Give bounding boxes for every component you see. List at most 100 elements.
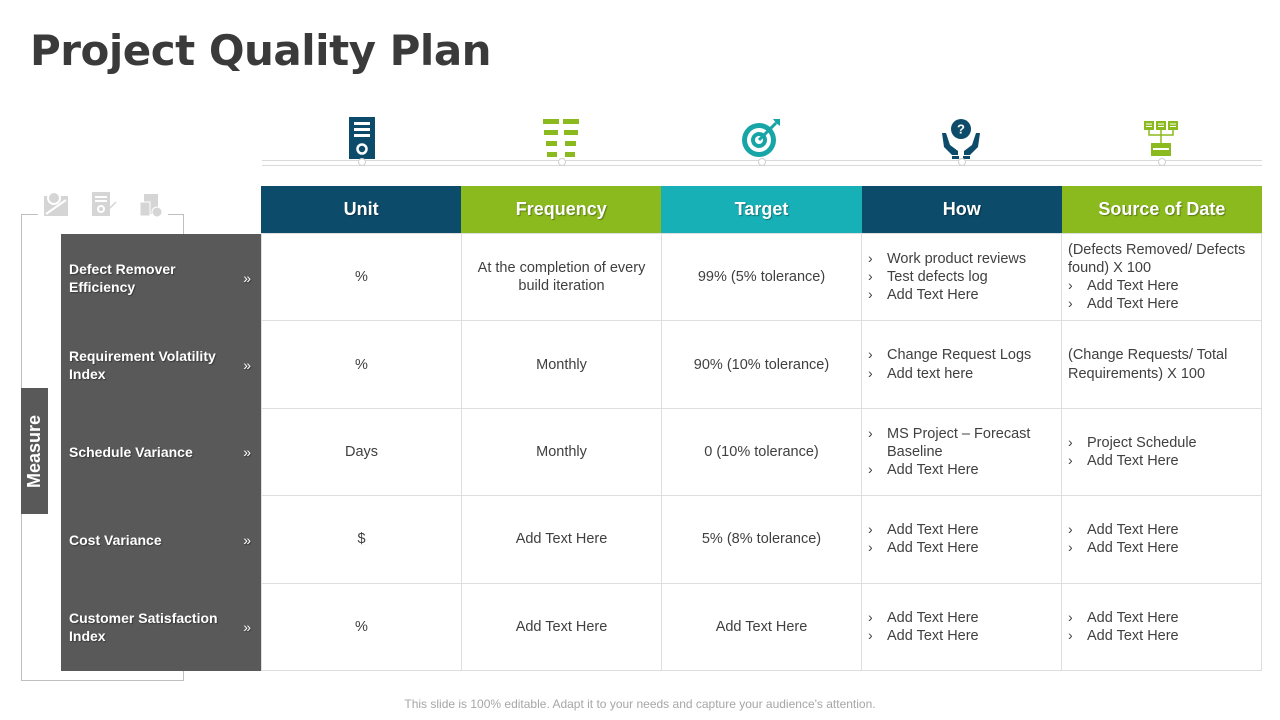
timeline-dot (358, 158, 366, 166)
table-row: Days Monthly 0 (10% tolerance) › MS Project … (261, 407, 1262, 497)
chevron-right-icon: › (1068, 539, 1073, 556)
bullet-text: Add Text Here (1087, 278, 1179, 295)
chevron-right-icon: › (868, 286, 873, 303)
blueprint-icon (42, 190, 72, 223)
source-cell: › Project Schedule › Add Text Here (1061, 407, 1262, 497)
table-row: % At the completion of every build iterat… (261, 232, 1262, 322)
measure-row: Schedule Variance » (61, 409, 261, 496)
double-chevron-icon: » (243, 531, 251, 548)
bullet-text: Add Text Here (887, 609, 979, 626)
bullet-item: › Add Text Here (868, 286, 1055, 304)
how-cell: › Add Text Here › Add Text Here (861, 582, 1062, 671)
bullet-item: › Add Text Here (868, 539, 1055, 557)
funnel-list-icon (539, 116, 583, 160)
bullet-item: › Add Text Here (1068, 609, 1255, 627)
bullet-text: Add Text Here (1087, 540, 1179, 557)
bullet-text: Add Text Here (887, 462, 979, 479)
measure-row: Cost Variance » (61, 496, 261, 583)
frequency-cell: Monthly (461, 407, 662, 497)
page-title: Project Quality Plan (30, 26, 492, 75)
measure-name: Schedule Variance (69, 444, 193, 461)
source-formula: (Defects Removed/ Defects found) X 100 (1068, 241, 1246, 277)
target-cell: 90% (10% tolerance) (661, 320, 862, 409)
unit-cell: % (261, 582, 462, 671)
bullet-item: › Add Text Here (868, 627, 1055, 645)
double-chevron-icon: » (243, 619, 251, 636)
measure-row: Defect Remover Efficiency » (61, 234, 261, 321)
source-cell: › Add Text Here › Add Text Here (1061, 582, 1262, 671)
bullet-text: Add Text Here (887, 522, 979, 539)
table-row: % Add Text Here Add Text Here › Add Text Her… (261, 582, 1262, 671)
settings-document-icon (90, 190, 118, 223)
frequency-cell: Monthly (461, 320, 662, 409)
frequency-cell: Add Text Here (461, 582, 662, 671)
chevron-right-icon: › (1068, 608, 1073, 625)
timeline-dot (958, 158, 966, 166)
bullet-text: Add Text Here (887, 627, 979, 644)
bullet-text: MS Project – Forecast Baseline (887, 425, 1031, 460)
source-cell: (Change Requests/ Total Requirements) X … (1061, 320, 1262, 409)
target-cell: Add Text Here (661, 582, 862, 671)
measure-label-tab: Measure (21, 388, 48, 514)
timeline-dot (758, 158, 766, 166)
bullet-item: › Add Text Here (1068, 452, 1255, 470)
measure-row: Customer Satisfaction Index » (61, 584, 261, 671)
chevron-right-icon: › (1068, 433, 1073, 450)
unit-cell: % (261, 232, 462, 322)
server-tower-icon (340, 116, 384, 160)
table-row: $ Add Text Here 5% (8% tolerance) › Add Text… (261, 495, 1262, 584)
measure-name: Defect Remover Efficiency (69, 260, 176, 295)
double-chevron-icon: » (243, 444, 251, 461)
chevron-right-icon: › (868, 364, 873, 381)
timeline-connector (262, 158, 1262, 166)
bullet-item: › Project Schedule (1068, 434, 1255, 452)
chevron-right-icon: › (868, 608, 873, 625)
measure-label: Measure (24, 414, 45, 488)
unit-cell: Days (261, 407, 462, 497)
table-row: % Monthly 90% (10% tolerance) › Change Reque… (261, 320, 1262, 409)
column-header-source: Source of Date (1061, 186, 1263, 233)
how-cell: › Add Text Here › Add Text Here (861, 495, 1062, 584)
bullet-text: Add Text Here (1087, 452, 1179, 469)
bullet-item: › Add Text Here (1068, 295, 1255, 313)
chevron-right-icon: › (868, 461, 873, 478)
bullet-item: › Add Text Here (1068, 277, 1255, 295)
double-chevron-icon: » (243, 356, 251, 373)
column-header-frequency: Frequency (461, 186, 662, 233)
unit-cell: % (261, 320, 462, 409)
chevron-right-icon: › (868, 250, 873, 266)
frequency-cell: At the completion of every build iterati… (461, 232, 662, 322)
chevron-right-icon: › (868, 626, 873, 643)
bullet-text: Add text here (887, 365, 974, 382)
timeline-dot (558, 158, 566, 166)
column-header-how: How (861, 186, 1062, 233)
source-cell: › Add Text Here › Add Text Here (1061, 495, 1262, 584)
hierarchy-boxes-icon (1139, 116, 1183, 160)
bullet-text: Add Text Here (1087, 522, 1179, 539)
target-cell: 5% (8% tolerance) (661, 495, 862, 584)
timeline-dot (1158, 158, 1166, 166)
table-header: Unit Frequency Target How Source of Date (261, 186, 1263, 233)
bullet-text: Test defects log (887, 269, 988, 286)
double-chevron-icon: » (243, 269, 251, 286)
bullet-item: › Add Text Here (868, 521, 1055, 539)
bullet-item: › Test defects log (868, 268, 1055, 286)
chevron-right-icon: › (868, 521, 873, 538)
measure-name: Customer Satisfaction Index (69, 610, 218, 645)
chevron-right-icon: › (868, 424, 873, 441)
calculator-icon (136, 190, 164, 223)
column-header-unit: Unit (261, 186, 462, 233)
chevron-right-icon: › (1068, 277, 1073, 294)
measure-row: Requirement Volatility Index » (61, 321, 261, 408)
measure-name: Cost Variance (69, 531, 162, 548)
bullet-text: Add Text Here (887, 540, 979, 557)
bullet-item: › Add Text Here (868, 609, 1055, 627)
bullet-item: › Add text here (868, 365, 1055, 383)
bullet-item: › Add Text Here (1068, 521, 1255, 539)
how-cell: › Change Request Logs › Add text here (861, 320, 1062, 409)
bullet-text: Change Request Logs (887, 347, 1032, 364)
bullet-text: Add Text Here (1087, 627, 1179, 644)
bullet-item: › Add Text Here (1068, 627, 1255, 645)
hands-question-icon: ? (939, 116, 983, 160)
bullet-text: Project Schedule (1087, 434, 1197, 451)
